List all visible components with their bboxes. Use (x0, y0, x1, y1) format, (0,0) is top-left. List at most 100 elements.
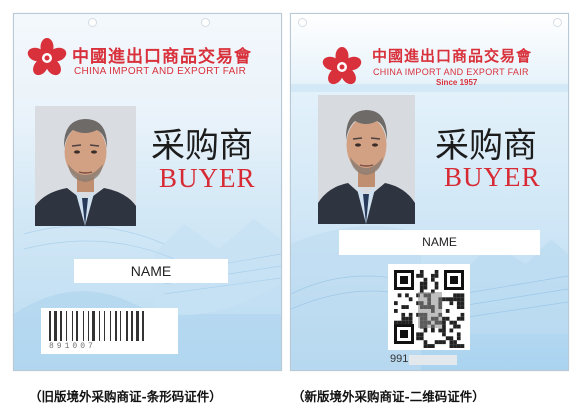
role-label-cn: 采购商 (151, 126, 253, 166)
old-buyer-badge: 中國進出口商品交易會 CHINA IMPORT AND EXPORT FAIR … (13, 13, 282, 371)
qr-module (423, 340, 428, 345)
qr-module (434, 340, 439, 345)
fair-name-en: CHINA IMPORT AND EXPORT FAIR (373, 67, 529, 77)
barcode-bar (92, 311, 95, 341)
qr-module (453, 324, 457, 329)
qr-module (416, 336, 420, 341)
qr-module (453, 320, 457, 325)
qr-module (434, 270, 439, 274)
qr-module (442, 340, 446, 345)
qr-module (416, 273, 420, 278)
barcode-bar (72, 311, 73, 341)
qr-module (397, 293, 402, 298)
barcode-bar (126, 311, 128, 341)
qr-module (397, 320, 402, 325)
qr-code-icon (394, 270, 465, 348)
barcode-bar (110, 311, 111, 341)
barcode-bar (142, 311, 144, 341)
qr-module (453, 293, 457, 298)
qr-module (405, 293, 409, 298)
barcode: 891007 (41, 308, 178, 354)
qr-module (445, 316, 450, 321)
qr-module (456, 344, 461, 348)
qr-module (460, 344, 465, 348)
qr-module (460, 312, 465, 317)
barcode-bar (99, 311, 100, 341)
barcode-bar (54, 311, 57, 341)
qr-module (401, 320, 406, 325)
barcode-bar (115, 311, 117, 341)
role-label-en: BUYER (444, 162, 541, 192)
canton-fair-logo-icon (27, 38, 67, 76)
caption-old-badge: （旧版境外采购商证-条形码证件） (29, 389, 222, 404)
qr-module (456, 305, 461, 309)
qr-module (394, 320, 398, 325)
qr-module (408, 320, 413, 325)
caption-new-badge: （新版境外采购商证-二维码证件） (292, 389, 485, 404)
qr-blur (418, 292, 442, 328)
qr-number: 991 (390, 353, 409, 365)
qr-module (445, 297, 450, 302)
barcode-bar (66, 311, 67, 341)
buyer-photo (35, 106, 136, 226)
qr-module (423, 277, 428, 282)
qr-finder (400, 330, 408, 338)
qr-module (442, 328, 446, 333)
qr-module (442, 316, 446, 321)
qr-module (416, 332, 420, 337)
qr-module (431, 344, 435, 348)
qr-module (460, 301, 465, 306)
qr-module (456, 324, 461, 329)
qr-module (394, 301, 398, 306)
qr-module (453, 297, 457, 302)
qr-module (434, 281, 439, 286)
qr-module (419, 332, 424, 337)
qr-finder (400, 276, 408, 284)
qr-module (423, 285, 428, 290)
qr-module (449, 344, 454, 348)
role-label-cn: 采购商 (435, 126, 537, 166)
barcode-bar (49, 311, 51, 341)
qr-module (408, 297, 413, 302)
qr-module (449, 297, 454, 302)
barcode-bar (83, 311, 84, 341)
qr-module (434, 285, 439, 290)
qr-module (419, 285, 424, 290)
qr-module (449, 340, 454, 345)
qr-module (442, 324, 446, 329)
qr-module (423, 344, 428, 348)
qr-module (423, 281, 428, 286)
new-buyer-badge: 中國進出口商品交易會 CHINA IMPORT AND EXPORT FAIR … (290, 13, 569, 371)
man-in-suit-portrait (35, 106, 136, 226)
qr-module (405, 316, 409, 321)
fair-header: 中國進出口商品交易會 CHINA IMPORT AND EXPORT FAIR (14, 14, 281, 106)
name-field: NAME (339, 230, 540, 255)
barcode-bar (131, 311, 133, 341)
qr-code (388, 264, 470, 350)
fair-name-cn: 中國進出口商品交易會 (372, 47, 533, 65)
qr-module (401, 312, 406, 317)
qr-module (401, 316, 406, 321)
canton-fair-logo-icon (322, 47, 362, 85)
qr-module (453, 340, 457, 345)
qr-module (419, 336, 424, 341)
qr-module (442, 332, 446, 337)
qr-module (456, 293, 461, 298)
qr-finder (450, 276, 458, 284)
barcode-number: 891007 (49, 342, 96, 351)
qr-module (449, 328, 454, 333)
qr-module (456, 336, 461, 341)
qr-module (408, 316, 413, 321)
qr-number-blur (409, 355, 457, 365)
qr-module (449, 336, 454, 341)
qr-module (442, 297, 446, 302)
qr-module (401, 305, 406, 309)
qr-module (438, 340, 443, 345)
qr-module (394, 309, 398, 313)
qr-module (405, 320, 409, 325)
qr-module (453, 344, 457, 348)
qr-module (419, 270, 424, 274)
role-label-en: BUYER (159, 163, 256, 193)
qr-module (423, 328, 428, 333)
barcode-bar (104, 311, 105, 341)
